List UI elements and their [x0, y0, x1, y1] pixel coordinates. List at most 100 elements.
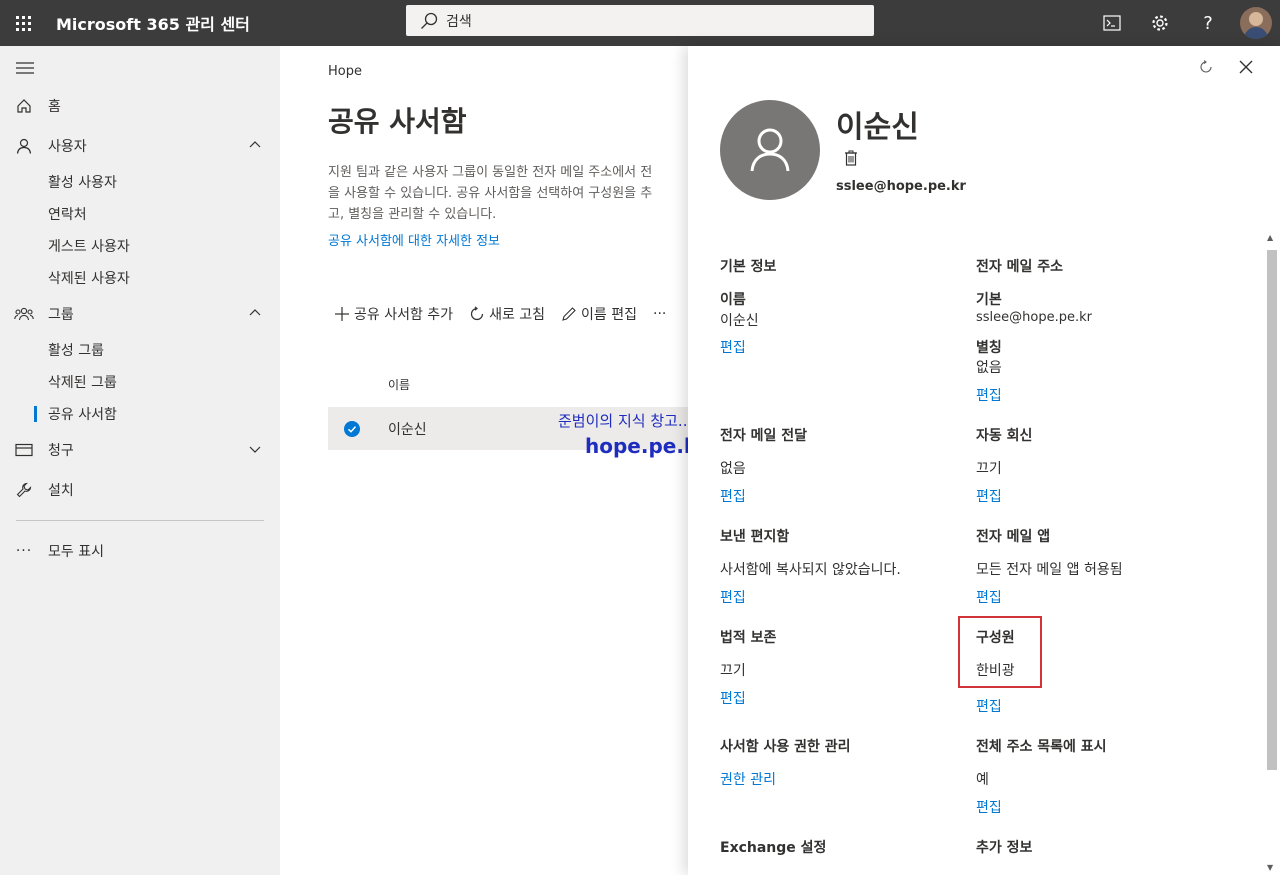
scroll-up-icon[interactable]: ▲ — [1267, 233, 1273, 242]
auto-reply-value: 끄기 — [976, 461, 1002, 477]
nav-setup[interactable]: 설치 — [0, 472, 280, 508]
wrench-icon — [16, 482, 32, 498]
trash-icon — [845, 150, 857, 166]
edit-litigation-hold-link[interactable]: 편집 — [720, 688, 746, 708]
app-title[interactable]: Microsoft 365 관리 센터 — [56, 11, 250, 35]
app-launcher-button[interactable] — [0, 0, 46, 46]
nav-users[interactable]: 사용자 — [0, 128, 280, 164]
chevron-down-icon[interactable] — [248, 442, 262, 456]
panel-scrollbar[interactable]: ▲ ▼ — [1265, 230, 1277, 875]
panel-scroll-area: 기본 정보 이름 이순신 편집 전자 메일 주소 기본 sslee@hope.p… — [688, 230, 1280, 875]
refresh-button[interactable]: 새로 고침 — [469, 304, 545, 324]
search-box[interactable]: 검색 — [406, 5, 874, 36]
mailbox-email: sslee@hope.pe.kr — [836, 179, 966, 194]
gal-value: 예 — [976, 772, 989, 788]
chevron-up-icon[interactable] — [248, 306, 262, 320]
main-content: Hope 공유 사서함 지원 팀과 같은 사용자 그룹이 동일한 전자 메일 주… — [280, 46, 707, 875]
chevron-up-icon[interactable] — [248, 138, 262, 152]
members-value: 한비광 — [976, 663, 1015, 679]
more-icon: ··· — [653, 306, 667, 322]
edit-name-button[interactable]: 이름 편집 — [561, 304, 637, 324]
refresh-icon — [1200, 60, 1212, 73]
basic-info-title: 기본 정보 — [720, 259, 777, 275]
plus-icon — [335, 307, 349, 321]
more-icon: ··· — [15, 543, 33, 559]
settings-button[interactable] — [1136, 0, 1184, 46]
nav-guest-users[interactable]: 게스트 사용자 — [48, 230, 130, 262]
collapse-nav-button[interactable] — [16, 60, 34, 79]
alias-value: 없음 — [976, 360, 1002, 376]
command-bar: 공유 사서함 추가 새로 고침 이름 편집 ··· — [334, 304, 682, 324]
permissions-title: 사서함 사용 권한 관리 — [720, 739, 851, 755]
litigation-hold-title: 법적 보존 — [720, 630, 777, 646]
mailbox-avatar — [720, 100, 820, 200]
nav-shared-mailboxes[interactable]: 공유 사서함 — [48, 398, 117, 430]
watermark: 준범이의 지식 창고... hope.pe.kr — [558, 410, 707, 458]
mailbox-name[interactable]: 이순신 — [388, 419, 427, 439]
refresh-icon — [470, 306, 484, 321]
user-avatar[interactable] — [1240, 7, 1272, 39]
credit-card-icon — [15, 443, 33, 457]
email-apps-value: 모든 전자 메일 앱 허용됨 — [976, 562, 1123, 578]
groups-icon — [14, 307, 34, 321]
manage-permissions-link[interactable]: 권한 관리 — [720, 769, 776, 789]
edit-sent-items-link[interactable]: 편집 — [720, 587, 746, 607]
description-line: 을 사용할 수 있습니다. 공유 사서함을 선택하여 구성원을 추 — [328, 186, 653, 201]
nav-show-all[interactable]: ··· 모두 표시 — [0, 533, 280, 569]
breadcrumb[interactable]: Hope — [328, 64, 362, 79]
search-input[interactable]: 검색 — [446, 11, 472, 31]
nav-billing[interactable]: 청구 — [0, 432, 280, 468]
nav-deleted-groups[interactable]: 삭제된 그룹 — [48, 366, 117, 398]
add-shared-mailbox-button[interactable]: 공유 사서함 추가 — [334, 304, 453, 324]
nav-divider — [16, 520, 264, 521]
sent-items-title: 보낸 편지함 — [720, 529, 790, 545]
scroll-down-icon[interactable]: ▼ — [1267, 863, 1273, 872]
more-info-title: 추가 정보 — [976, 840, 1033, 856]
email-apps-title: 전자 메일 앱 — [976, 529, 1051, 545]
edit-gal-link[interactable]: 편집 — [976, 797, 1002, 817]
terminal-button[interactable] — [1088, 0, 1136, 46]
nav-users-label: 사용자 — [48, 139, 87, 155]
terminal-icon — [1103, 15, 1121, 31]
litigation-hold-value: 끄기 — [720, 663, 746, 679]
edit-basic-info-link[interactable]: 편집 — [720, 337, 746, 357]
edit-auto-reply-link[interactable]: 편집 — [976, 486, 1002, 506]
edit-forwarding-link[interactable]: 편집 — [720, 486, 746, 506]
more-commands-button[interactable]: ··· — [653, 306, 666, 322]
close-icon — [1239, 60, 1253, 74]
hamburger-icon — [16, 62, 34, 74]
nav-billing-label: 청구 — [48, 443, 74, 459]
edit-email-apps-link[interactable]: 편집 — [976, 587, 1002, 607]
edit-name-label: 이름 편집 — [581, 307, 638, 323]
delete-mailbox-button[interactable] — [844, 150, 858, 170]
close-panel-button[interactable] — [1226, 60, 1266, 74]
nav-setup-label: 설치 — [48, 483, 74, 499]
nav-deleted-users[interactable]: 삭제된 사용자 — [48, 262, 130, 294]
column-header-name[interactable]: 이름 — [388, 376, 410, 393]
nav-home[interactable]: 홈 — [0, 88, 280, 124]
help-icon: ? — [1203, 12, 1213, 34]
description-line: 지원 팀과 같은 사용자 그룹이 동일한 전자 메일 주소에서 전 — [328, 165, 653, 180]
scrollbar-thumb[interactable] — [1267, 250, 1277, 770]
gear-icon — [1152, 15, 1168, 31]
nav-groups[interactable]: 그룹 — [0, 296, 280, 332]
refresh-label: 새로 고침 — [489, 307, 546, 323]
page-description: 지원 팀과 같은 사용자 그룹이 동일한 전자 메일 주소에서 전 을 사용할 … — [328, 162, 708, 226]
nav-contacts[interactable]: 연락처 — [48, 198, 87, 230]
nav-active-groups[interactable]: 활성 그룹 — [48, 334, 104, 366]
panel-refresh-button[interactable] — [1186, 60, 1226, 74]
person-icon — [16, 138, 32, 154]
mailbox-title: 이순신 — [836, 110, 919, 145]
gal-title: 전체 주소 목록에 표시 — [976, 739, 1107, 755]
checkmark-circle-icon[interactable] — [344, 420, 360, 437]
nav-show-all-label: 모두 표시 — [48, 544, 104, 560]
nav-active-users[interactable]: 활성 사용자 — [48, 166, 117, 198]
add-shared-mailbox-label: 공유 사서함 추가 — [354, 307, 454, 323]
help-button[interactable]: ? — [1184, 0, 1232, 46]
edit-email-address-link[interactable]: 편집 — [976, 385, 1002, 405]
details-panel: 이순신 sslee@hope.pe.kr 기본 정보 이름 이순신 편집 전자 … — [688, 46, 1280, 875]
search-icon — [421, 12, 438, 29]
learn-more-link[interactable]: 공유 사서함에 대한 자세한 정보 — [328, 230, 500, 249]
name-value: 이순신 — [720, 313, 759, 329]
edit-members-link[interactable]: 편집 — [976, 696, 1002, 716]
